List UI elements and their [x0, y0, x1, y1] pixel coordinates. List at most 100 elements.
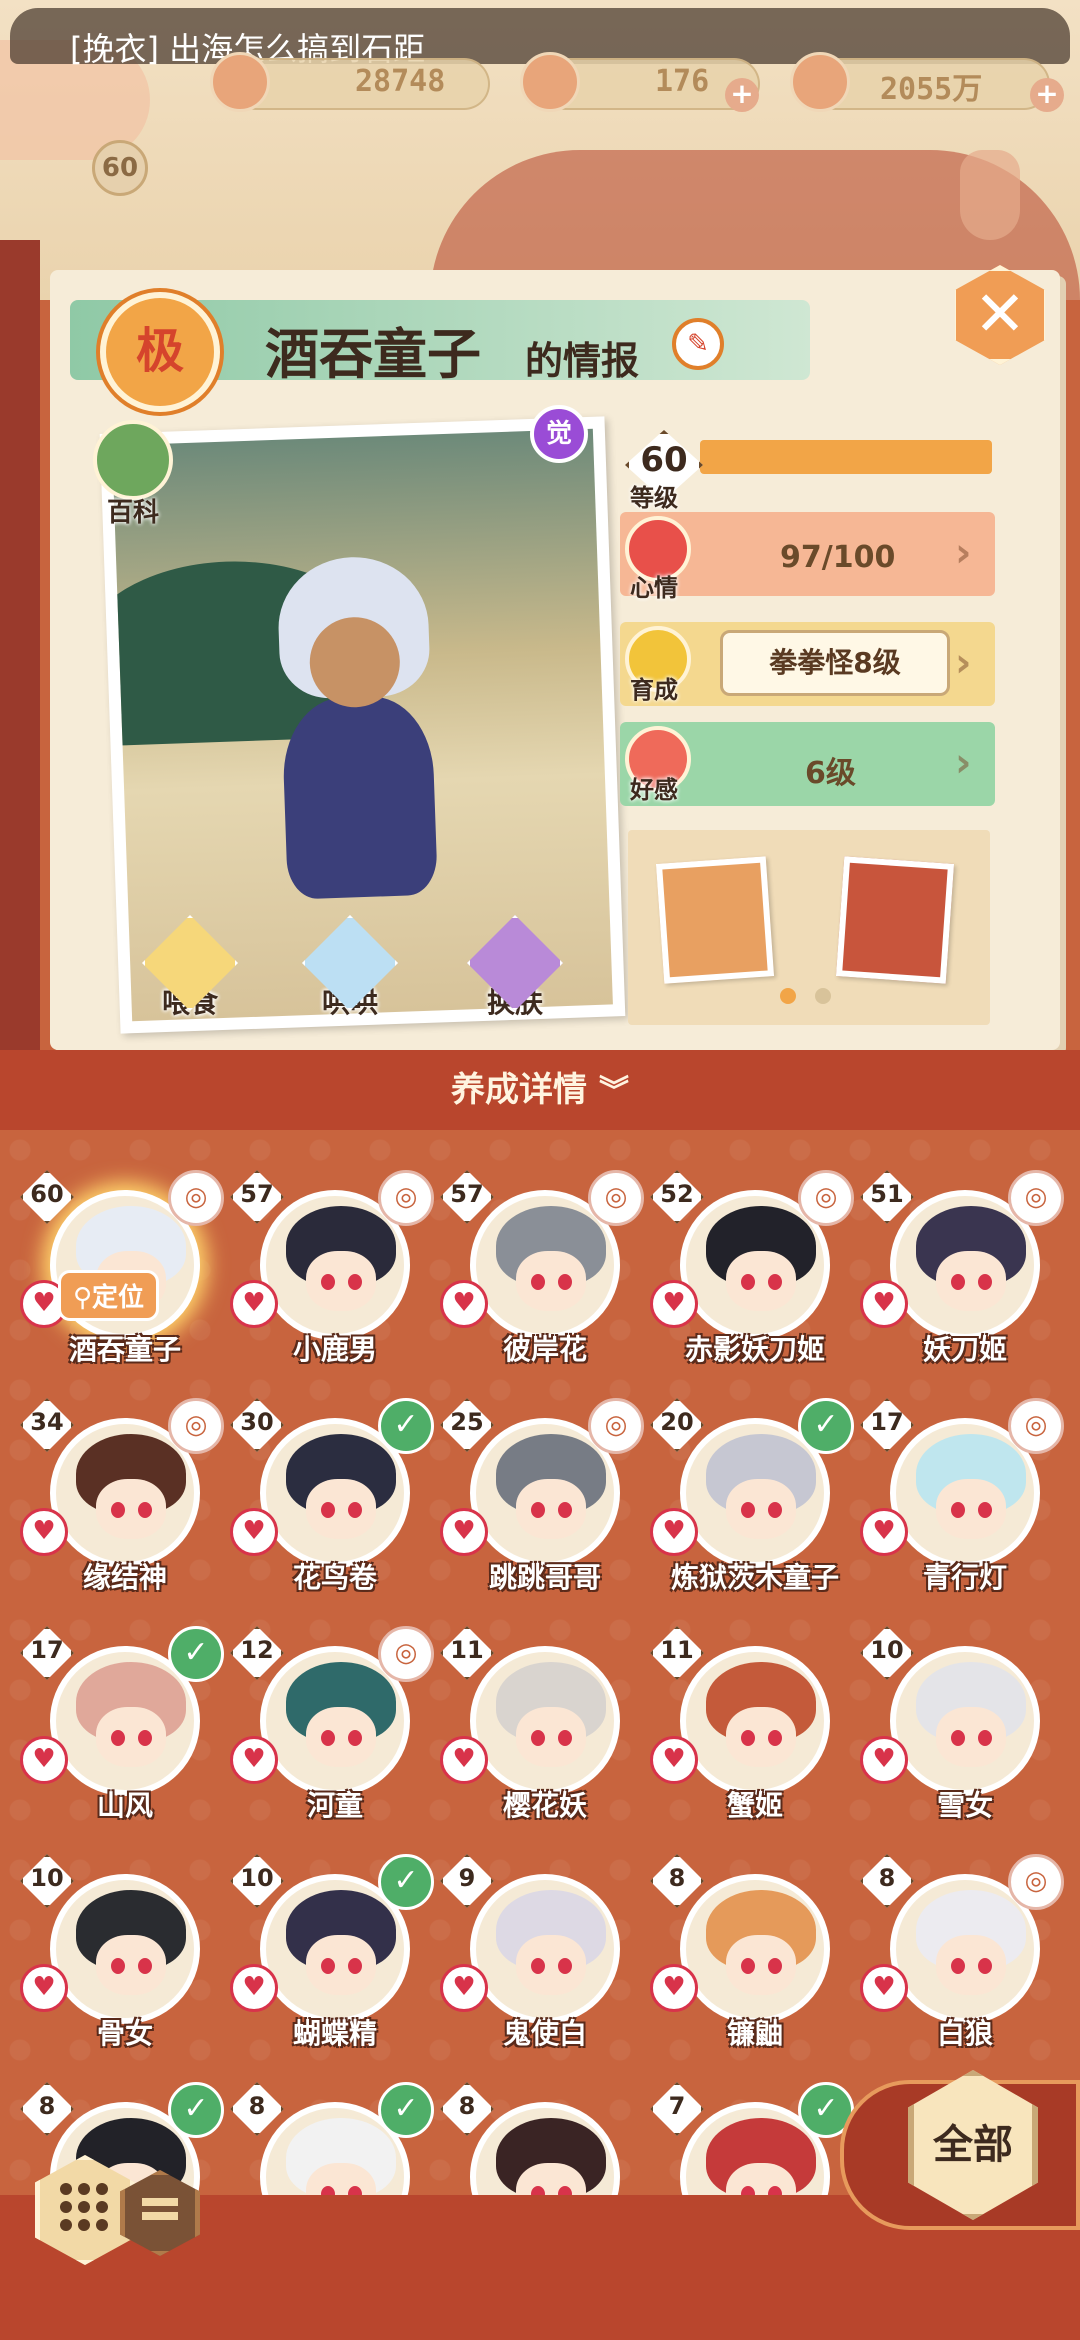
avatar-eye	[951, 1502, 965, 1518]
character-card[interactable]: 10 ♥ 骨女	[20, 1854, 230, 2074]
character-card[interactable]: 17 ◎ ♥ 青行灯	[860, 1398, 1070, 1618]
avatar-face	[306, 1707, 376, 1767]
character-level: 17	[870, 1408, 904, 1436]
character-card[interactable]: 20 ✓ ♥ 炼狱茨木童子	[650, 1398, 860, 1618]
check-icon: ✓	[798, 1398, 854, 1454]
avatar-eye	[768, 1502, 782, 1518]
change-skin-button[interactable]: 换肤	[455, 915, 575, 1035]
character-card[interactable]: 25 ◎ ♥ 跳跳哥哥	[440, 1398, 650, 1618]
avatar-eye	[951, 1958, 965, 1974]
awaken-badge: 觉	[530, 405, 588, 463]
add-coin-button[interactable]: +	[1030, 78, 1064, 112]
heart-icon: ♥	[860, 1736, 908, 1784]
character-avatar	[890, 1646, 1040, 1796]
heart-icon: ♥	[650, 1508, 698, 1556]
character-avatar	[680, 1646, 830, 1796]
edit-name-button[interactable]: ✎	[672, 318, 724, 370]
avatar-eye	[558, 1958, 572, 1974]
character-card[interactable]: 11 ♥ 樱花妖	[440, 1626, 650, 1846]
status-icon: ◎	[1008, 1398, 1064, 1454]
character-level: 11	[450, 1636, 484, 1664]
heart-icon: ♥	[20, 1736, 68, 1784]
avatar-eye	[558, 1274, 572, 1290]
encyclopedia-button[interactable]: 百科	[85, 420, 181, 530]
feed-button[interactable]: 喂食	[130, 915, 250, 1035]
heart-icon: ♥	[230, 1736, 278, 1784]
rank-badge: 极	[100, 292, 220, 412]
character-name: 白狼	[936, 2017, 993, 2050]
affection-label: 好感	[630, 776, 678, 804]
avatar-face	[726, 1251, 796, 1311]
character-card[interactable]: 51 ◎ ♥ 妖刀姬	[860, 1170, 1070, 1390]
affection-value: 6级	[805, 756, 856, 791]
heart-icon: ♥	[860, 1508, 908, 1556]
character-card[interactable]: 30 ✓ ♥ 花鸟卷	[230, 1398, 440, 1618]
character-name: 妖刀姬	[922, 1333, 1007, 1366]
character-card[interactable]: 10 ♥ 雪女	[860, 1626, 1070, 1846]
avatar-eye	[741, 1730, 755, 1746]
details-label: 养成详情	[451, 1070, 587, 1110]
jade-value: 28748	[355, 64, 446, 99]
heart-icon: ♥	[20, 1508, 68, 1556]
character-card[interactable]: 10 ✓ ♥ 蝴蝶精	[230, 1854, 440, 2074]
add-stamina-button[interactable]: +	[725, 78, 759, 112]
character-card[interactable]: 57 ◎ ♥ 彼岸花	[440, 1170, 650, 1390]
avatar-eye	[138, 1958, 152, 1974]
growth-label: 育成	[630, 676, 678, 704]
status-icon: ◎	[798, 1170, 854, 1226]
page-dot-2[interactable]	[815, 988, 831, 1004]
level-label: 等级	[630, 484, 678, 512]
character-title-suffix: 的情报	[525, 339, 640, 383]
list-view-icon	[142, 2198, 178, 2228]
character-level: 10	[870, 1636, 904, 1664]
character-card[interactable]: 60 ◎ ♥ 酒吞童子 ⚲定位	[20, 1170, 230, 1390]
book-icon	[93, 420, 173, 500]
character-card[interactable]: 57 ◎ ♥ 小鹿男	[230, 1170, 440, 1390]
character-name: 小鹿男	[292, 1333, 377, 1366]
avatar-face	[306, 1479, 376, 1539]
avatar-eye	[741, 1502, 755, 1518]
status-icon: ◎	[378, 1170, 434, 1226]
character-card[interactable]: 12 ◎ ♥ 河童	[230, 1626, 440, 1846]
avatar-eye	[558, 1730, 572, 1746]
character-level: 52	[660, 1180, 694, 1208]
character-card[interactable]: 34 ◎ ♥ 缘结神	[20, 1398, 230, 1618]
heart-icon: ♥	[440, 1508, 488, 1556]
character-name: 彼岸花	[502, 1333, 587, 1366]
character-card[interactable]: 52 ◎ ♥ 赤影妖刀姬	[650, 1170, 860, 1390]
avatar-eye	[348, 1730, 362, 1746]
character-card[interactable]: 11 ♥ 蟹姬	[650, 1626, 860, 1846]
avatar-face	[516, 1479, 586, 1539]
character-name: 跳跳哥哥	[488, 1561, 601, 1594]
character-card[interactable]: 17 ✓ ♥ 山风	[20, 1626, 230, 1846]
locate-tag[interactable]: ⚲定位	[58, 1270, 160, 1321]
page-dot-1[interactable]	[780, 988, 796, 1004]
character-level: 11	[660, 1636, 694, 1664]
avatar-face	[936, 1935, 1006, 1995]
details-toggle[interactable]: 养成详情 ︾	[0, 1050, 1080, 1130]
avatar-eye	[531, 1274, 545, 1290]
character-level: 60	[30, 1180, 64, 1208]
character-card[interactable]: 8 ◎ ♥ 白狼	[860, 1854, 1070, 2074]
grid-view-icon	[60, 2183, 110, 2233]
character-name: 骨女	[96, 2017, 153, 2050]
portrait-gift-icon[interactable]	[835, 856, 955, 984]
avatar-eye	[321, 1502, 335, 1518]
encyclopedia-label: 百科	[106, 498, 159, 528]
ramen-gift-icon[interactable]	[655, 856, 775, 984]
check-icon: ✓	[378, 1854, 434, 1910]
avatar-face	[726, 1935, 796, 1995]
character-card[interactable]: 8 ♥ 镰鼬	[650, 1854, 860, 2074]
status-icon: ◎	[168, 1170, 224, 1226]
avatar-eye	[348, 1502, 362, 1518]
character-level: 25	[450, 1408, 484, 1436]
avatar-eye	[138, 1730, 152, 1746]
coin-value: 2055万	[880, 72, 983, 107]
comfort-button[interactable]: 哄哄	[290, 915, 410, 1035]
avatar-eye	[321, 1958, 335, 1974]
jade-icon	[210, 52, 270, 112]
level-value: 60	[640, 440, 688, 480]
character-level: 10	[30, 1864, 64, 1892]
character-card[interactable]: 9 ♥ 鬼使白	[440, 1854, 650, 2074]
character-avatar	[50, 1874, 200, 2024]
